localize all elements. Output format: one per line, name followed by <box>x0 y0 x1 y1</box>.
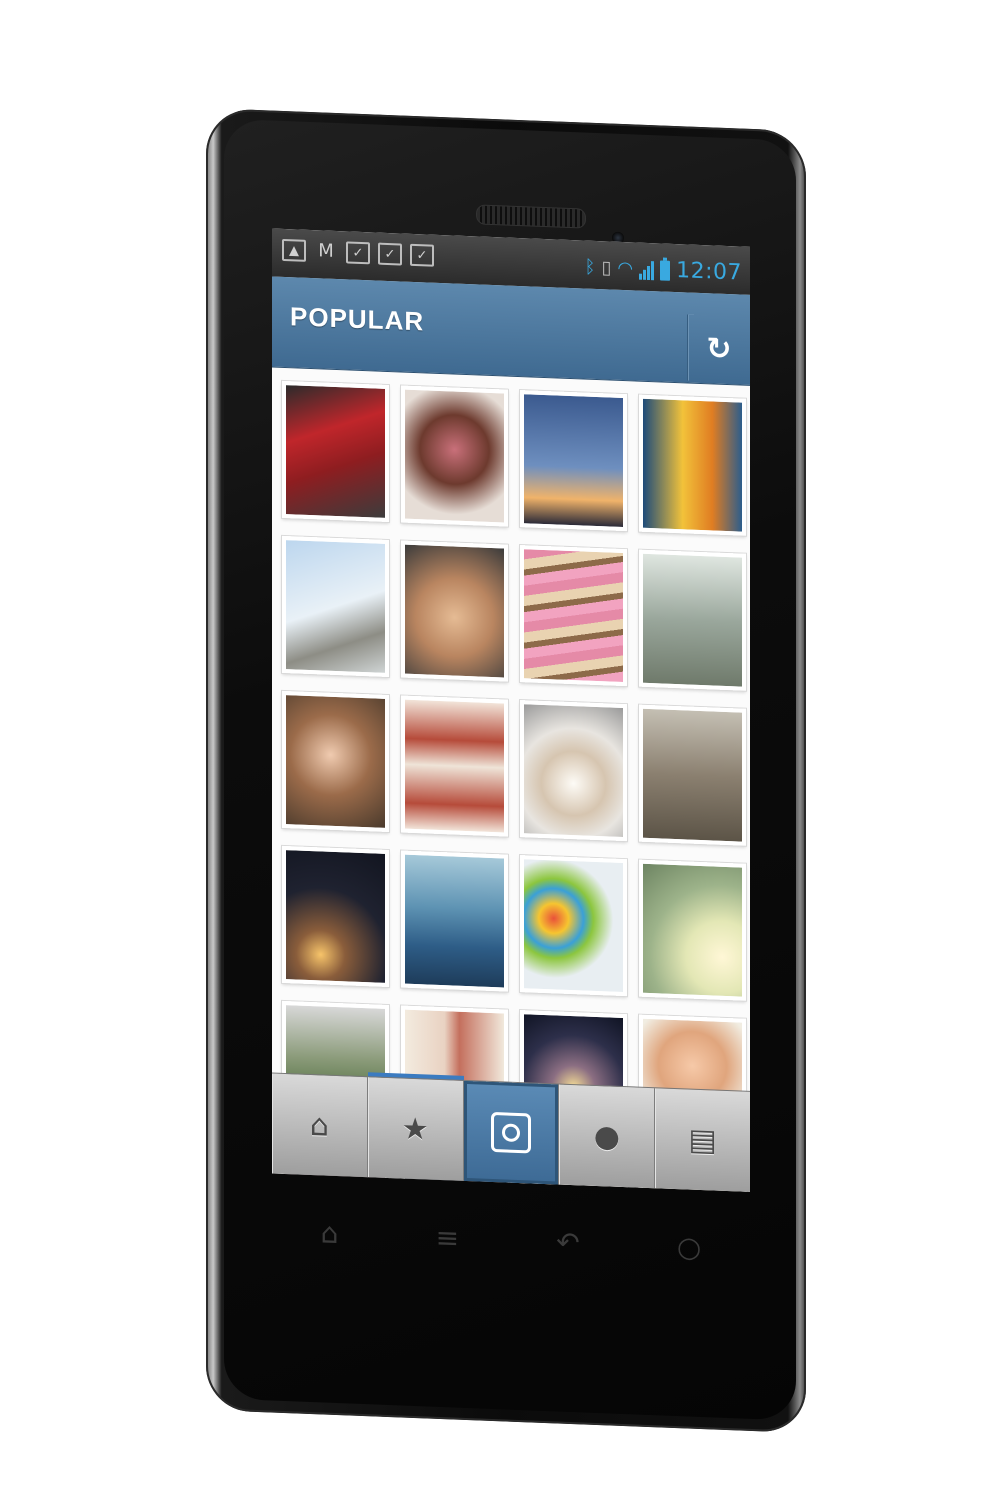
bluetooth-icon: ᛒ <box>584 256 596 278</box>
notification-icons: ▲ M ✓ ✓ ✓ <box>282 238 434 267</box>
phone-device: ▲ M ✓ ✓ ✓ ᛒ ▯ ◠ 12:07 POPULAR ↻ ⌂ ★ ● ▤ … <box>206 108 806 1434</box>
back-key-icon[interactable]: ↶ <box>556 1225 579 1259</box>
signal-icon <box>639 259 655 280</box>
system-nav-bar: ⌂ ≡ ↶ ○ <box>272 1201 750 1279</box>
home-icon: ⌂ <box>309 1107 329 1144</box>
phone-screen: ▲ M ✓ ✓ ✓ ᛒ ▯ ◠ 12:07 POPULAR ↻ ⌂ ★ ● ▤ <box>272 228 750 1192</box>
page-title: POPULAR <box>290 301 425 337</box>
market-check-icon: ✓ <box>410 243 434 267</box>
profile-card-icon: ▤ <box>688 1122 717 1159</box>
refresh-icon: ↻ <box>706 330 732 367</box>
tab-profile[interactable]: ▤ <box>655 1088 750 1192</box>
photo-thumbnail[interactable] <box>401 540 508 682</box>
photo-thumbnail[interactable] <box>639 549 746 691</box>
market-check-icon: ✓ <box>346 241 370 265</box>
photo-thumbnail[interactable] <box>639 859 746 1001</box>
photo-thumbnail[interactable] <box>282 845 389 988</box>
photo-thumbnail[interactable] <box>520 855 627 997</box>
photo-thumbnail[interactable] <box>520 545 627 687</box>
wifi-icon: ◠ <box>617 257 634 279</box>
tab-bar: ⌂ ★ ● ▤ <box>272 1072 750 1192</box>
photo-thumbnail[interactable] <box>401 850 508 992</box>
earpiece-grille <box>476 204 586 229</box>
photo-thumbnail[interactable] <box>401 385 508 527</box>
battery-icon <box>660 259 671 281</box>
photo-thumbnail[interactable] <box>401 695 508 837</box>
search-key-icon[interactable]: ○ <box>677 1230 701 1264</box>
tab-popular[interactable]: ★ <box>367 1077 464 1181</box>
photo-thumbnail[interactable] <box>520 700 627 842</box>
status-clock: 12:07 <box>676 258 742 286</box>
tab-news[interactable]: ● <box>559 1084 656 1189</box>
chat-bubble-icon: ● <box>593 1118 620 1155</box>
gmail-icon: M <box>318 240 334 262</box>
photo-grid <box>282 380 750 1192</box>
vibrate-icon: ▯ <box>601 256 612 279</box>
app-header: POPULAR ↻ <box>272 276 750 386</box>
star-icon: ★ <box>401 1111 429 1148</box>
photo-thumbnail[interactable] <box>282 380 389 523</box>
photo-thumbnail[interactable] <box>639 394 746 536</box>
tab-home[interactable]: ⌂ <box>272 1073 368 1178</box>
menu-key-icon[interactable]: ≡ <box>436 1220 459 1254</box>
photo-thumbnail[interactable] <box>282 535 389 678</box>
photo-thumbnail[interactable] <box>282 690 389 833</box>
refresh-button[interactable]: ↻ <box>687 314 750 383</box>
tab-camera[interactable] <box>463 1080 560 1185</box>
photo-thumbnail[interactable] <box>639 704 746 846</box>
photo-thumbnail[interactable] <box>520 390 627 532</box>
system-icons: ᛒ ▯ ◠ 12:07 <box>585 255 742 286</box>
home-key-icon[interactable]: ⌂ <box>321 1216 339 1250</box>
camera-icon <box>490 1111 531 1154</box>
gallery-icon: ▲ <box>282 238 306 262</box>
market-check-icon: ✓ <box>378 242 402 266</box>
phone-front: ▲ M ✓ ✓ ✓ ᛒ ▯ ◠ 12:07 POPULAR ↻ ⌂ ★ ● ▤ … <box>224 118 796 1421</box>
